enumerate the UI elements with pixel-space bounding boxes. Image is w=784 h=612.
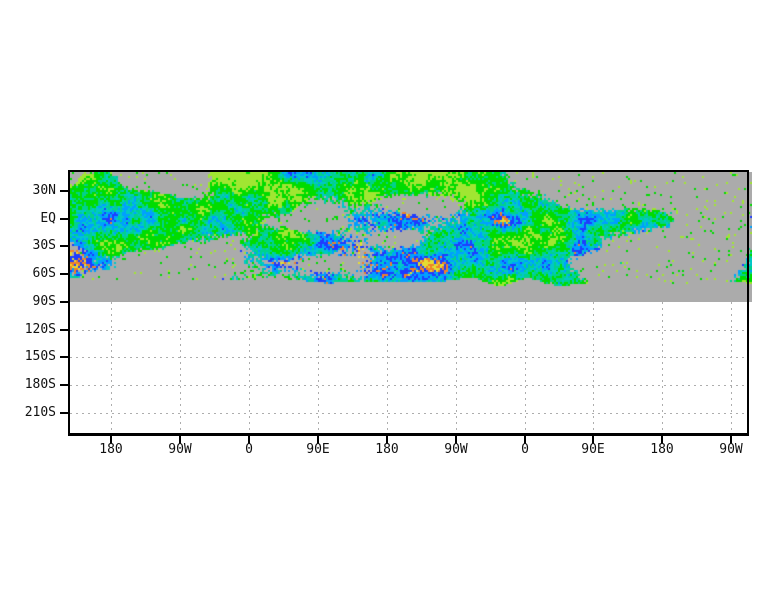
x-axis-label: 180 bbox=[650, 442, 674, 457]
y-axis-tick bbox=[60, 218, 68, 220]
y-axis-tick bbox=[60, 301, 68, 303]
grads-figure: 30N EQ 30S 60S 90S 120S 150S 180S 210S 180 90W 0 90E… bbox=[0, 0, 784, 612]
y-axis-tick bbox=[60, 384, 68, 386]
y-axis-label: 30S bbox=[32, 238, 56, 253]
y-axis-label: 60S bbox=[32, 266, 56, 281]
plot-frame bbox=[68, 170, 749, 436]
x-axis-label: 90E bbox=[581, 442, 605, 457]
x-axis-label: 180 bbox=[375, 442, 399, 457]
y-axis-label: 90S bbox=[32, 294, 56, 309]
y-axis-tick bbox=[60, 245, 68, 247]
x-axis-label: 180 bbox=[99, 442, 123, 457]
y-axis-tick bbox=[60, 190, 68, 192]
y-axis-label: 150S bbox=[24, 349, 56, 364]
y-axis-label: 210S bbox=[24, 405, 56, 420]
y-axis-tick bbox=[60, 356, 68, 358]
x-axis-label: 90W bbox=[444, 442, 468, 457]
x-axis-label: 90E bbox=[306, 442, 330, 457]
y-axis-label: 180S bbox=[24, 377, 56, 392]
y-axis-label: 120S bbox=[24, 322, 56, 337]
y-axis-tick bbox=[60, 329, 68, 331]
x-axis-label: 0 bbox=[245, 442, 253, 457]
y-axis-label: EQ bbox=[40, 211, 56, 226]
x-axis-label: 0 bbox=[521, 442, 529, 457]
y-axis-tick bbox=[60, 412, 68, 414]
y-axis-tick bbox=[60, 273, 68, 275]
x-axis-label: 90W bbox=[719, 442, 743, 457]
y-axis-label: 30N bbox=[32, 183, 56, 198]
x-axis-label: 90W bbox=[168, 442, 192, 457]
